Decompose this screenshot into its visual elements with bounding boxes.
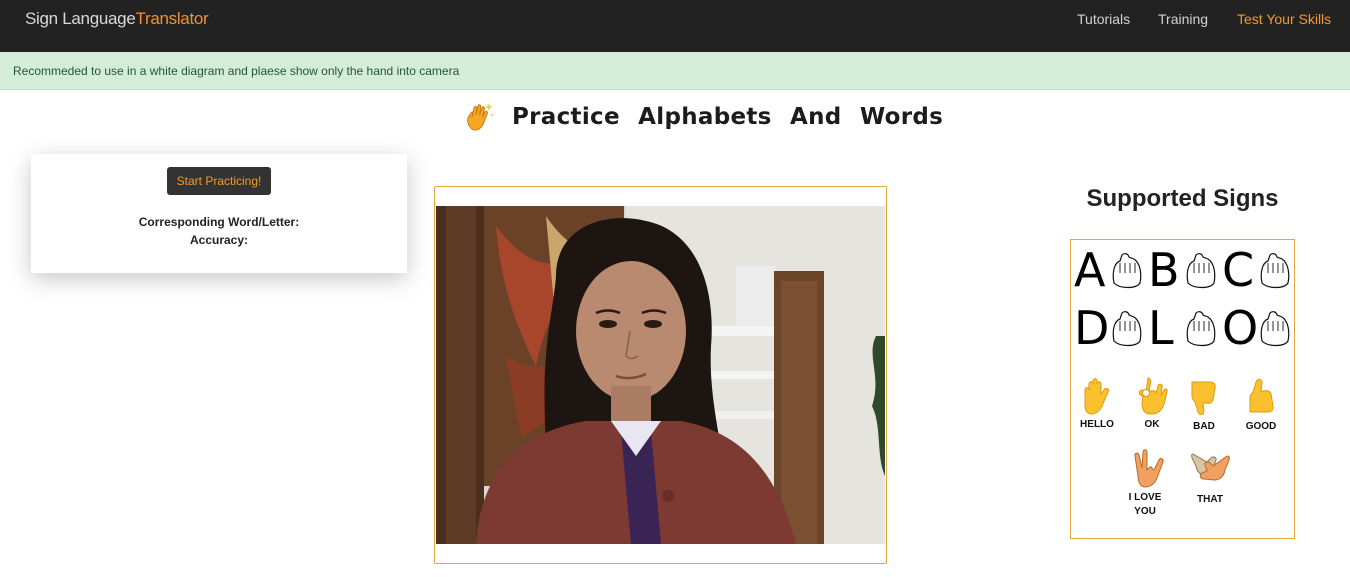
sign-label-good: GOOD (1245, 421, 1277, 432)
sign-label-ok: OK (1144, 419, 1160, 430)
supported-signs-panel: ABC DLO HELLO OK BAD GOOD I LOVE YOU THAT (1070, 239, 1295, 539)
raised-hand-icon (1084, 378, 1109, 415)
sign-label-bad: BAD (1193, 421, 1215, 432)
svg-text:D: D (1074, 301, 1109, 351)
brand-text-accent: Translator (135, 9, 209, 28)
letter-signs-image: A B C D L O (1074, 243, 1290, 351)
love-you-gesture-icon (1134, 449, 1164, 488)
ok-hand-icon (1138, 377, 1168, 415)
svg-text:A: A (1074, 243, 1106, 297)
nav-link-training[interactable]: Training (1158, 11, 1208, 27)
info-alert: Recommeded to use in a white diagram and… (0, 52, 1350, 90)
letter-sign-b: B (1148, 243, 1216, 297)
alert-message: Recommeded to use in a white diagram and… (13, 64, 460, 78)
page-title-text: Practice Alphabets And Words (512, 104, 944, 130)
supported-signs-heading: Supported Signs (1086, 185, 1279, 212)
practice-control-card: Start Practicing! Corresponding Word/Let… (31, 154, 407, 273)
pointing-hands-icon (1191, 453, 1230, 481)
sign-label-i-love-you: I LOVE YOU (1128, 492, 1162, 517)
nav-link-tutorials[interactable]: Tutorials (1077, 11, 1130, 27)
page-title: Practice Alphabets And Words (462, 100, 943, 134)
thumbs-up-icon (1249, 379, 1274, 413)
svg-text:C: C (1222, 243, 1254, 297)
svg-text:B: B (1148, 243, 1180, 297)
letter-sign-a: A (1074, 243, 1142, 297)
letter-sign-d: D (1074, 301, 1142, 351)
sign-label-hello: HELLO (1080, 419, 1114, 430)
top-navbar: Sign LanguageTranslator Tutorials Traini… (0, 0, 1350, 52)
svg-text:O: O (1222, 301, 1258, 351)
brand-logo[interactable]: Sign LanguageTranslator (25, 9, 209, 29)
sign-label-that: THAT (1197, 494, 1223, 505)
start-practicing-button[interactable]: Start Practicing! (167, 167, 271, 195)
corresponding-word-label: Corresponding Word/Letter: (138, 215, 300, 229)
thumbs-down-icon (1191, 381, 1216, 415)
camera-frame (434, 186, 887, 564)
svg-text:L: L (1148, 301, 1174, 351)
brand-text-primary: Sign Language (25, 9, 136, 28)
webcam-feed (436, 206, 885, 544)
letter-sign-o: O (1222, 301, 1290, 351)
letter-sign-l: L (1148, 301, 1216, 351)
nav-link-test-your-skills[interactable]: Test Your Skills (1237, 11, 1331, 27)
waving-hand-sparkles-icon (462, 100, 496, 134)
accuracy-label: Accuracy: (189, 233, 249, 247)
letter-sign-c: C (1222, 243, 1290, 297)
